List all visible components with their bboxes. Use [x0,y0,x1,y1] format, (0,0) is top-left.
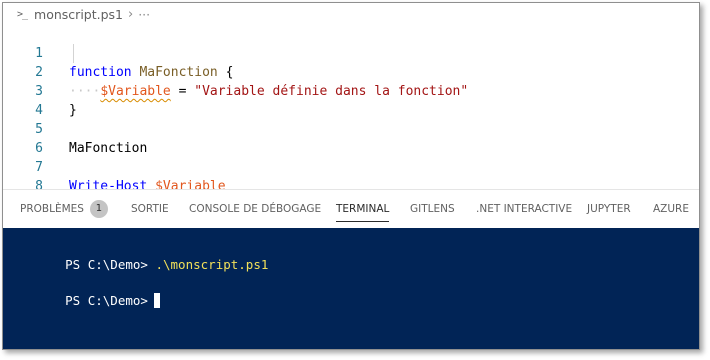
tab-gitlens[interactable]: GITLENS [410,190,455,228]
code-line-8: 8 [3,158,699,194]
tab-problems[interactable]: PROBLÈMES 1 [20,190,108,228]
tab-label: TERMINAL [336,203,390,215]
tab-label: SORTIE [131,203,169,215]
tab-label: .NET INTERACTIVE [476,203,573,215]
panel-tabs: PROBLÈMES 1 SORTIE CONSOLE DE DÉBOGAGE TE… [3,190,699,228]
terminal-line-2: PS C:\Demo> [20,274,160,308]
tab-label: JUPYTER [587,203,631,215]
chevron-right-icon: › [128,6,134,22]
tab-jupyter[interactable]: JUPYTER [587,190,631,228]
terminal-prompt: PS C:\Demo> [65,257,148,272]
code-line-4: 4 [3,82,699,118]
code-line-7: 7 Write-Host $Variable [3,139,699,194]
tab-dotnet-interactive[interactable]: .NET INTERACTIVE [476,190,572,228]
terminal-panel[interactable]: PS C:\Demo> .\monscript.ps1 PS C:\Demo> [3,228,699,349]
terminal-line-1: PS C:\Demo> .\monscript.ps1 [20,238,268,272]
terminal-cursor [153,293,160,308]
terminal-command: .\monscript.ps1 [155,257,269,272]
terminal-prompt: PS C:\Demo> [65,293,148,308]
tab-label: GITLENS [410,203,455,215]
code-line-5: 5 MaFonction [3,101,699,156]
tab-label: AZURE [653,203,689,215]
powershell-file-icon: >_ [17,8,28,20]
tab-debug-console[interactable]: CONSOLE DE DÉBOGAGE [189,190,321,228]
code-line-3: 3 } [3,63,699,118]
vscode-window: >_ monscript.ps1 › ··· 1 function MaFonc… [2,2,700,350]
problems-count-badge: 1 [89,200,108,218]
tab-terminal[interactable]: TERMINAL [336,190,390,228]
breadcrumb-file[interactable]: monscript.ps1 [34,7,123,22]
breadcrumb-symbol[interactable]: ··· [138,7,150,22]
tab-label: CONSOLE DE DÉBOGAGE [189,203,322,215]
code-line-1: 1 function MaFonction { [3,25,699,80]
code-line-2: 2 ····$Variable = "Variable définie dans… [3,44,699,99]
tab-azure[interactable]: AZURE [653,190,689,228]
code-editor[interactable]: 1 function MaFonction { 2 ····$Variable … [3,25,699,194]
breadcrumb: >_ monscript.ps1 › ··· [3,3,699,25]
code-line-6: 6 [3,120,699,156]
tab-output[interactable]: SORTIE [131,190,169,228]
tab-label: PROBLÈMES [20,203,84,215]
